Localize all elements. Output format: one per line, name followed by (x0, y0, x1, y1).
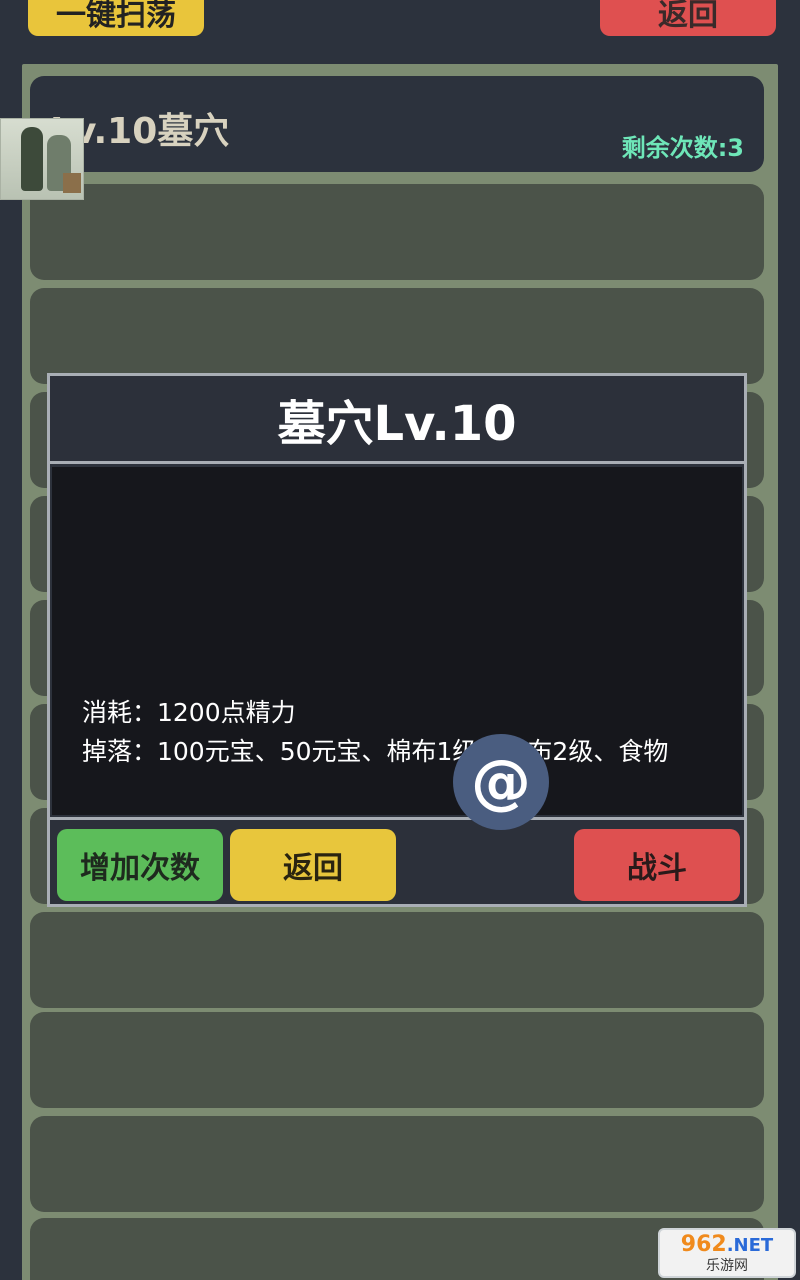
site-watermark: 962.NET 乐游网 (658, 1228, 796, 1278)
fight-button[interactable]: 战斗 (574, 829, 740, 901)
avatar-figure (21, 127, 43, 191)
add-count-label: 增加次数 (80, 851, 200, 886)
list-item[interactable] (30, 184, 764, 280)
dialog-footer: 增加次数 返回 战斗 (50, 817, 744, 904)
watermark-tagline: 乐游网 (706, 1257, 748, 1274)
dungeon-detail-dialog: 墓穴Lv.10 消耗：1200点精力 掉落：100元宝、50元宝、棉布1级、棉布… (47, 373, 747, 907)
at-icon: @ (471, 747, 531, 817)
cost-text: 消耗：1200点精力 (82, 698, 296, 727)
back-button[interactable]: 返回 (230, 829, 396, 901)
dungeon-screen: 一键扫荡 返回 Lv.10墓穴 剩余次数:3 墓穴Lv.10 消耗：1200点精… (0, 0, 800, 1280)
back-label: 返回 (283, 851, 343, 886)
dialog-title: 墓穴Lv.10 (50, 376, 744, 464)
add-count-button[interactable]: 增加次数 (57, 829, 223, 901)
list-item[interactable] (30, 1012, 764, 1108)
top-back-label: 返回 (658, 0, 718, 33)
fight-label: 战斗 (627, 851, 687, 886)
watermark-suffix: .NET (726, 1234, 774, 1256)
character-avatar[interactable] (0, 118, 84, 200)
dialog-body: 消耗：1200点精力 掉落：100元宝、50元宝、棉布1级、棉布2级、食物 (52, 467, 742, 815)
sweep-all-button[interactable]: 一键扫荡 (28, 0, 204, 36)
floating-at-button[interactable]: @ (453, 734, 549, 830)
drop-text: 掉落：100元宝、50元宝、棉布1级、棉布2级、食物 (82, 737, 669, 766)
avatar-chest (63, 173, 81, 193)
watermark-brand: 962.NET (680, 1231, 774, 1258)
remaining-count: 剩余次数:3 (621, 134, 744, 162)
list-item[interactable] (30, 1218, 764, 1280)
list-item[interactable] (30, 288, 764, 384)
list-item-selected[interactable]: Lv.10墓穴 剩余次数:3 (30, 76, 764, 172)
top-back-button[interactable]: 返回 (600, 0, 776, 36)
list-item[interactable] (30, 912, 764, 1008)
watermark-number: 962 (680, 1231, 727, 1257)
sweep-all-label: 一键扫荡 (56, 0, 176, 33)
list-item[interactable] (30, 1116, 764, 1212)
